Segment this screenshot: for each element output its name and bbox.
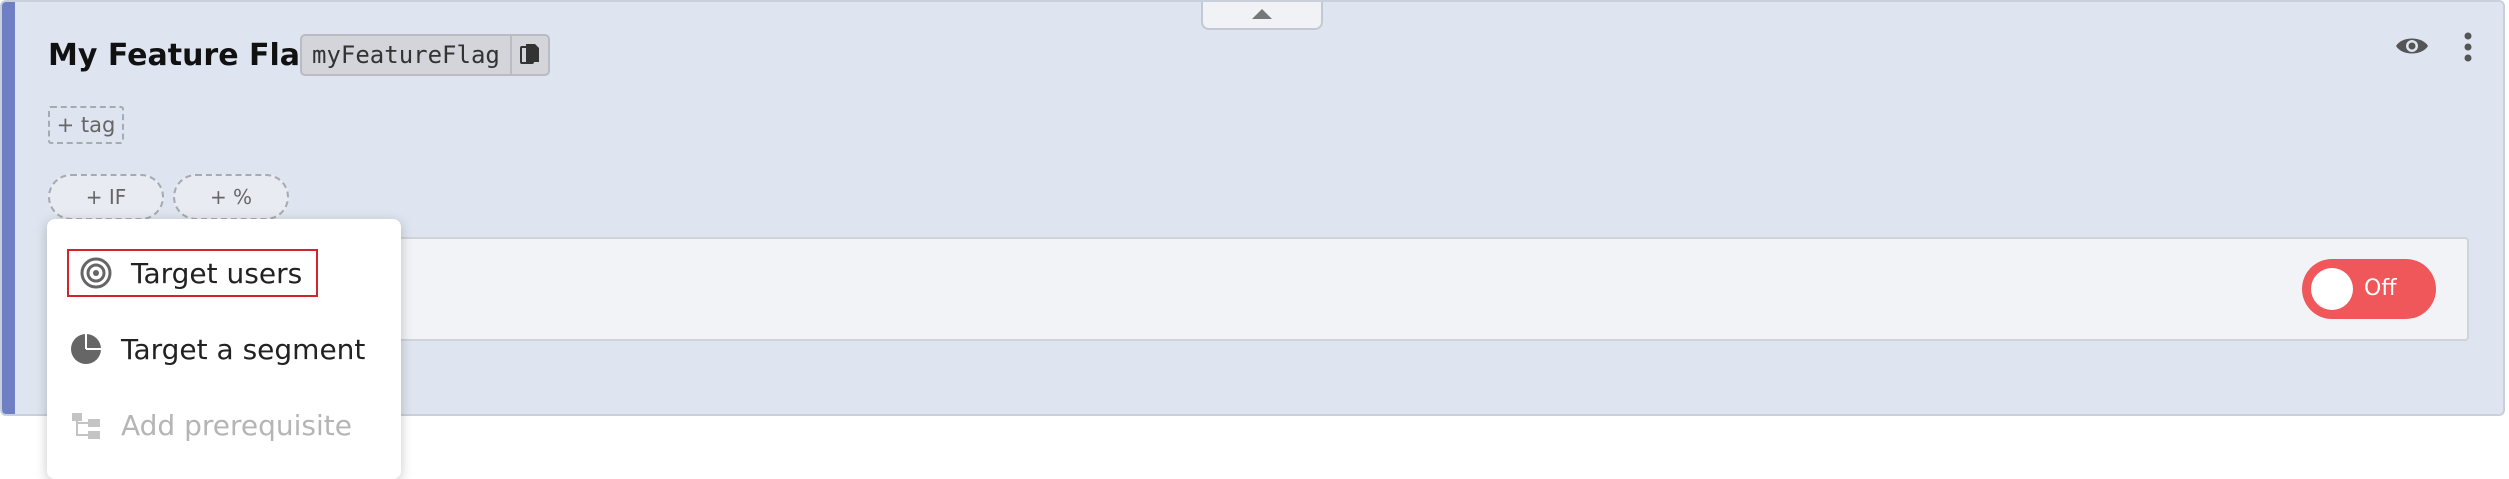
menu-item-label: Target users — [131, 256, 303, 290]
chevron-up-icon — [1252, 9, 1272, 19]
copy-icon — [519, 44, 539, 64]
add-tag-button[interactable]: + tag — [48, 106, 124, 144]
default-rule-row — [322, 237, 2469, 341]
eye-icon — [2396, 38, 2428, 54]
toggle-knob — [2311, 268, 2353, 310]
flag-name: My Feature Flag — [48, 38, 322, 73]
flag-key: myFeatureFlag — [312, 41, 500, 69]
add-percent-button[interactable]: + % — [173, 174, 289, 220]
collapse-button[interactable] — [1201, 2, 1323, 30]
prerequisite-icon — [69, 408, 103, 442]
menu-item-target-segment[interactable]: Target a segment — [69, 327, 365, 371]
target-icon — [79, 256, 113, 290]
menu-item-label: Add prerequisite — [121, 408, 352, 442]
pie-segment-icon — [69, 332, 103, 366]
add-rule-menu: Target users Target a segment Add prereq… — [47, 219, 401, 479]
toggle-state-label: Off — [2364, 276, 2397, 301]
flag-key-chip: myFeatureFlag — [300, 34, 550, 76]
more-options-button[interactable] — [2454, 28, 2482, 66]
more-vertical-icon — [2464, 32, 2472, 62]
copy-key-button[interactable] — [509, 36, 548, 74]
visibility-button[interactable] — [2390, 30, 2434, 62]
add-if-button[interactable]: + IF — [48, 174, 164, 220]
menu-item-label: Target a segment — [121, 332, 366, 366]
card-accent-bar — [2, 2, 15, 414]
menu-item-add-prerequisite: Add prerequisite — [69, 403, 352, 447]
menu-item-target-users[interactable]: Target users — [66, 249, 319, 297]
flag-toggle[interactable]: Off — [2302, 259, 2436, 319]
